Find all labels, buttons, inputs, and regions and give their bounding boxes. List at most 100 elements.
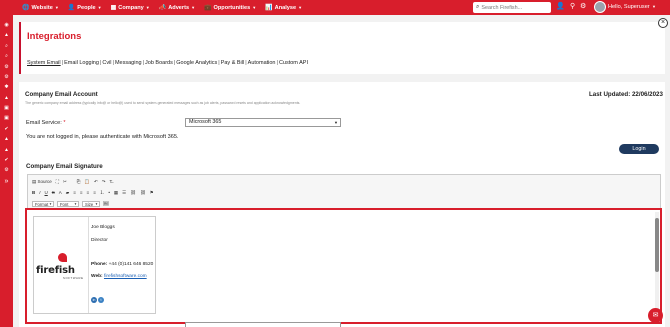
underline-icon[interactable]: U	[45, 190, 48, 195]
horizontal-rule-icon[interactable]: ☰	[122, 190, 126, 196]
strikethrough-icon[interactable]: S	[52, 190, 55, 195]
mail-icon[interactable]: ▣	[0, 114, 13, 122]
paste-icon[interactable]: 📋	[84, 179, 90, 185]
integration-tabs: System Email|Email Logging|Cvil|Messagin…	[27, 60, 308, 66]
search-icon[interactable]: ⌕	[0, 42, 13, 50]
nav-opportunities[interactable]: 💼 Opportunities ▼	[204, 4, 256, 12]
chat-icon[interactable]: ✉	[648, 308, 663, 323]
maximize-icon[interactable]: ⛶	[56, 179, 59, 184]
nav-analyse[interactable]: 📊 Analyse ▼	[265, 4, 303, 12]
person-icon[interactable]: ▲	[0, 94, 13, 102]
check-icon[interactable]: ✔	[0, 156, 13, 164]
page-title: Integrations	[27, 31, 82, 42]
link-icon[interactable]: ⛓	[130, 190, 136, 196]
align-right-icon[interactable]: ≡	[87, 190, 90, 195]
chevron-down-icon: ▼	[298, 5, 303, 10]
signature-web: Web: firefishsoftware.com	[91, 274, 147, 279]
user-greeting[interactable]: Hello, Superuser	[608, 4, 650, 10]
copy-icon[interactable]: ⎘	[77, 179, 81, 184]
close-icon[interactable]: ×	[658, 18, 668, 28]
tab-automation[interactable]: Automation	[248, 60, 276, 66]
email-service-select[interactable]: Microsoft 365 ▼	[185, 118, 341, 127]
toolbar-row-3: Format ▼ Font ▼ Size ▼ 🖼	[32, 200, 113, 207]
web-link[interactable]: firefishsoftware.com	[104, 274, 147, 279]
location-pin-icon[interactable]: ⚲	[570, 2, 575, 10]
chevron-down-icon: ▼	[145, 5, 150, 10]
numbered-list-icon[interactable]: ⒈	[100, 190, 105, 196]
redo-icon[interactable]: ↷	[102, 179, 106, 185]
nav-company[interactable]: ▦ Company ▼	[111, 4, 150, 12]
partial-input-field[interactable]	[185, 322, 341, 327]
dashboard-icon[interactable]: ◉	[0, 21, 13, 29]
format-select[interactable]: Format ▼	[32, 200, 54, 207]
tab-email-logging[interactable]: Email Logging	[64, 60, 99, 66]
tab-google-analytics[interactable]: Google Analytics	[176, 60, 217, 66]
email-service-label-text: Email Service:	[26, 120, 62, 126]
signature-editor-content[interactable]: firefish SOFTWARE Joe Bloggs Director Ph…	[25, 208, 662, 324]
bold-icon[interactable]: B	[32, 190, 35, 195]
unlink-icon[interactable]: ⛓	[140, 190, 146, 196]
signature-heading: Company Email Signature	[26, 163, 103, 170]
chevron-down-icon: ▼	[334, 120, 338, 125]
auth-status-message: You are not logged in, please authentica…	[26, 134, 179, 140]
size-select[interactable]: Size ▼	[82, 200, 100, 207]
signature-role: Director	[91, 238, 108, 243]
add-user-icon[interactable]: 👤	[556, 2, 565, 10]
globe-icon: 🌐	[22, 5, 30, 11]
align-center-icon[interactable]: ≡	[80, 190, 83, 195]
gear-icon[interactable]: ⚙	[0, 73, 13, 81]
scrollbar-thumb[interactable]	[655, 218, 659, 272]
italic-icon[interactable]: I	[39, 190, 40, 195]
bulleted-list-icon[interactable]: •	[108, 190, 110, 195]
search-input[interactable]: ⌕ Search Firefish...	[473, 2, 551, 13]
anchor-flag-icon[interactable]: ⚑	[150, 190, 154, 196]
clear-format-icon[interactable]: T̶	[110, 179, 113, 184]
align-left-icon[interactable]: ≡	[73, 190, 76, 195]
text-color-icon[interactable]: A	[59, 190, 62, 195]
table-icon[interactable]: ▦	[114, 190, 118, 196]
editor-scrollbar[interactable]	[655, 212, 659, 320]
nav-people[interactable]: 👤 People ▼	[68, 4, 102, 12]
cut-icon[interactable]: ✂	[63, 179, 67, 185]
nav-adverts[interactable]: 📣 Adverts ▼	[159, 4, 195, 12]
font-select[interactable]: Font ▼	[57, 200, 79, 207]
settings-icon[interactable]: ✱	[0, 83, 13, 91]
nav-opportunities-label: Opportunities	[213, 4, 251, 11]
check-icon[interactable]: ✔	[0, 125, 13, 133]
tab-system-email[interactable]: System Email	[27, 60, 61, 66]
phone-label: Phone:	[91, 262, 108, 267]
login-button[interactable]: Login	[619, 144, 659, 154]
tab-job-boards[interactable]: Job Boards	[145, 60, 173, 66]
signature-name: Joe Bloggs	[91, 225, 115, 230]
company-email-heading: Company Email Account	[25, 91, 98, 98]
chevron-down-icon[interactable]: ▼	[652, 4, 656, 9]
chevron-down-icon: ▼	[95, 201, 98, 206]
main-nav: 🌐 Website ▼ 👤 People ▼ ▦ Company ▼ 📣 Adverts ▼ 💼…	[22, 4, 311, 12]
signature-editor-toolbar: ▤ Source ⛶ ✂ ⎘ 📋 ↶ ↷ T̶ B I U S A ▰ ≡ ≡ …	[27, 174, 661, 209]
nav-website[interactable]: 🌐 Website ▼	[22, 4, 59, 12]
chevron-down-icon: ▼	[97, 5, 102, 10]
tab-messaging[interactable]: Messaging	[115, 60, 142, 66]
image-icon[interactable]: 🖼	[103, 201, 109, 207]
tab-pay-bill[interactable]: Pay & Bill	[221, 60, 245, 66]
gear-icon[interactable]: ⚙	[0, 166, 13, 174]
person-icon[interactable]: ▲	[0, 31, 13, 39]
undo-icon[interactable]: ↶	[94, 179, 98, 185]
toolbar-row-2: B I U S A ▰ ≡ ≡ ≡ ≡ ⒈ • ▦ ☰ ⛓ ⛓ ⚑	[32, 189, 158, 196]
mail-icon[interactable]: ▣	[0, 104, 13, 112]
gear-icon[interactable]: ⚙	[580, 2, 586, 10]
bg-color-icon[interactable]: ▰	[66, 190, 69, 196]
bell-icon[interactable]: ▲	[0, 146, 13, 154]
search-icon[interactable]: ⌕	[0, 52, 13, 60]
person-icon[interactable]: ▲	[0, 135, 13, 143]
expand-icon[interactable]: »	[0, 178, 13, 186]
tab-custom-api[interactable]: Custom API	[279, 60, 308, 66]
gear-icon[interactable]: ⚙	[0, 63, 13, 71]
avatar[interactable]	[594, 1, 606, 13]
source-button[interactable]: ▤ Source	[32, 179, 52, 185]
justify-icon[interactable]: ≡	[93, 190, 96, 195]
linkedin-icon[interactable]: in	[91, 297, 97, 303]
tab-cvil[interactable]: Cvil	[102, 60, 111, 66]
logo-cell: firefish SOFTWARE	[34, 217, 89, 313]
twitter-icon[interactable]: t	[98, 297, 104, 303]
